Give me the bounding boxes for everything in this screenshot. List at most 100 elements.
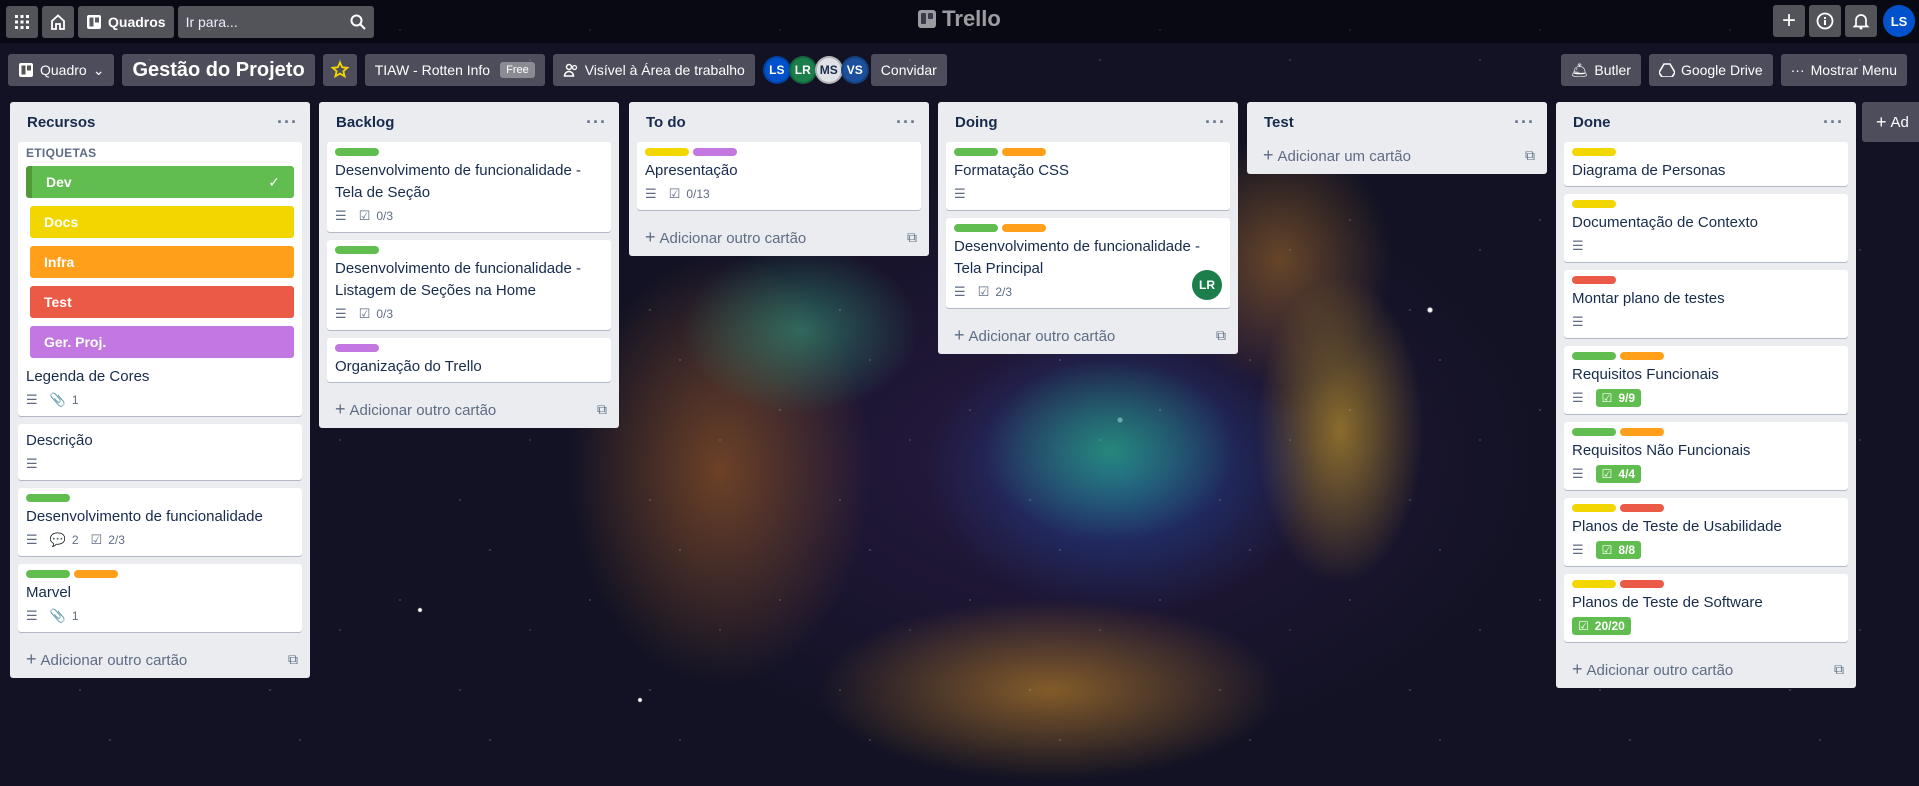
- card-organizacao-trello[interactable]: Organização do Trello: [327, 338, 611, 382]
- card-member-avatar[interactable]: LR: [1192, 270, 1222, 300]
- description-icon: ☰: [954, 186, 966, 201]
- card-template-icon[interactable]: ⧉: [1525, 147, 1535, 164]
- member-avatar-ms[interactable]: MS: [814, 56, 843, 84]
- card-title: Requisitos Não Funcionais: [1572, 442, 1751, 459]
- checklist-icon: ☑: [1578, 619, 1589, 633]
- list-menu-icon[interactable]: ···: [277, 113, 298, 131]
- add-card-button[interactable]: + Adicionar outro cartão ⧉: [327, 390, 611, 428]
- card-plano-testes[interactable]: Montar plano de testes ☰: [1564, 270, 1848, 338]
- board-view-switcher[interactable]: Quadro ⌄: [8, 54, 115, 86]
- list-menu-icon[interactable]: ···: [1514, 113, 1535, 131]
- card-tela-secao[interactable]: Desenvolvimento de funcionalidade - Tela…: [327, 142, 611, 232]
- list-menu-icon[interactable]: ···: [1823, 113, 1844, 131]
- card-requisitos-funcionais[interactable]: Requisitos Funcionais ☰ ☑ 9/9: [1564, 346, 1848, 414]
- add-card-button[interactable]: + Adicionar outro cartão ⧉: [18, 640, 302, 678]
- card-teste-software[interactable]: Planos de Teste de Software ☑ 20/20: [1564, 574, 1848, 642]
- invite-button[interactable]: Convidar: [870, 54, 947, 86]
- butler-button[interactable]: 🛎 Butler: [1560, 54, 1641, 86]
- card-marvel[interactable]: Marvel ☰ 📎 1: [18, 564, 302, 632]
- member-avatar-ls[interactable]: LS: [762, 56, 791, 84]
- show-menu-button[interactable]: ··· Mostrar Menu: [1780, 54, 1907, 86]
- card-etiquetas[interactable]: ETIQUETAS Dev ✓ Docs Infra Test Ger. Pro…: [18, 142, 302, 416]
- board-title[interactable]: Gestão do Projeto: [122, 54, 315, 86]
- checklist-complete-badge: ☑ 20/20: [1572, 617, 1631, 635]
- description-icon: ☰: [1572, 542, 1584, 557]
- card-template-icon[interactable]: ⧉: [1834, 661, 1844, 678]
- label-yellow: [1572, 148, 1616, 156]
- list-header[interactable]: Backlog ···: [327, 102, 611, 142]
- card-title: Requisitos Funcionais: [1572, 366, 1719, 383]
- info-icon[interactable]: [1809, 5, 1841, 37]
- list-header[interactable]: Doing ···: [946, 102, 1230, 142]
- user-avatar[interactable]: LS: [1883, 5, 1915, 37]
- boards-button[interactable]: Quadros: [78, 5, 174, 38]
- list-menu-icon[interactable]: ···: [1205, 113, 1226, 131]
- add-card-button[interactable]: + Adicionar outro cartão ⧉: [946, 316, 1230, 354]
- label-yellow: [1572, 504, 1616, 512]
- list-title[interactable]: Doing: [955, 114, 998, 131]
- list-menu-icon[interactable]: ···: [896, 113, 917, 131]
- member-avatar-vs[interactable]: VS: [840, 56, 869, 84]
- label-docs: Docs: [30, 206, 294, 238]
- list-title[interactable]: Done: [1573, 114, 1611, 131]
- card-formatacao-css[interactable]: Formatação CSS ☰: [946, 142, 1230, 210]
- card-requisitos-nao-funcionais[interactable]: Requisitos Não Funcionais ☰ ☑ 4/4: [1564, 422, 1848, 490]
- list-header[interactable]: Recursos ···: [18, 102, 302, 142]
- comment-icon: 💬: [49, 532, 66, 547]
- checklist-complete-badge: ☑ 4/4: [1595, 465, 1642, 483]
- apps-grid-icon[interactable]: [6, 5, 38, 38]
- more-dots-icon: ···: [1790, 62, 1805, 78]
- butler-icon: 🛎: [1570, 61, 1589, 78]
- card-listagem-secoes[interactable]: Desenvolvimento de funcionalidade - List…: [327, 240, 611, 330]
- google-drive-button[interactable]: Google Drive: [1648, 54, 1773, 86]
- card-tela-principal[interactable]: Desenvolvimento de funcionalidade - Tela…: [946, 218, 1230, 308]
- create-plus-icon[interactable]: +: [1773, 5, 1805, 37]
- notifications-bell-icon[interactable]: [1845, 5, 1877, 37]
- visibility-button[interactable]: Visível à Área de trabalho: [552, 54, 755, 86]
- board-view-label: Quadro: [40, 62, 87, 78]
- list-title[interactable]: To do: [646, 114, 686, 131]
- show-menu-label: Mostrar Menu: [1810, 62, 1897, 78]
- list-header[interactable]: Done ···: [1564, 102, 1848, 142]
- add-card-label: Adicionar um cartão: [1277, 147, 1411, 165]
- list-title[interactable]: Test: [1264, 114, 1294, 131]
- card-teste-usabilidade[interactable]: Planos de Teste de Usabilidade ☰ ☑ 8/8: [1564, 498, 1848, 566]
- logo-text: Trello: [942, 6, 1001, 31]
- paperclip-icon: 📎: [49, 392, 66, 407]
- list-menu-icon[interactable]: ···: [586, 113, 607, 131]
- team-button[interactable]: TIAW - Rotten Info Free: [364, 54, 545, 86]
- list-header[interactable]: To do ···: [637, 102, 921, 142]
- card-template-icon[interactable]: ⧉: [597, 401, 607, 418]
- board-header: Quadro ⌄ Gestão do Projeto TIAW - Rotten…: [0, 52, 1919, 88]
- card-diagrama-personas[interactable]: Diagrama de Personas: [1564, 142, 1848, 186]
- attachment-count: 1: [71, 393, 79, 407]
- label-green: [335, 148, 379, 156]
- label-ger-proj: Ger. Proj.: [30, 326, 294, 358]
- add-card-label: Adicionar outro cartão: [40, 651, 188, 669]
- card-title: Montar plano de testes: [1572, 290, 1725, 307]
- add-card-button[interactable]: + Adicionar um cartão ⧉: [1255, 136, 1539, 174]
- add-list-label: Ad: [1890, 113, 1909, 131]
- list-title[interactable]: Recursos: [27, 114, 95, 131]
- member-avatar-lr[interactable]: LR: [788, 56, 817, 84]
- label-text: Docs: [44, 214, 79, 230]
- add-card-button[interactable]: + Adicionar outro cartão ⧉: [637, 218, 921, 256]
- card-desenvolvimento[interactable]: Desenvolvimento de funcionalidade ☰ 💬 2 ☑…: [18, 488, 302, 556]
- card-descricao[interactable]: Descrição ☰: [18, 424, 302, 480]
- label-yellow: [645, 148, 689, 156]
- card-apresentacao[interactable]: Apresentação ☰ ☑ 0/13: [637, 142, 921, 210]
- trello-logo[interactable]: Trello: [900, 6, 1020, 32]
- label-green: [1572, 428, 1616, 436]
- card-template-icon[interactable]: ⧉: [288, 651, 298, 668]
- star-button[interactable]: [322, 54, 357, 86]
- checklist-complete-badge: ☑ 9/9: [1595, 389, 1642, 407]
- home-icon[interactable]: [42, 5, 74, 38]
- search-input[interactable]: Ir para...: [177, 5, 374, 38]
- list-title[interactable]: Backlog: [336, 114, 394, 131]
- checklist-count: 20/20: [1594, 619, 1625, 633]
- add-list-button[interactable]: + Ad: [1862, 102, 1919, 142]
- card-template-icon[interactable]: ⧉: [1216, 327, 1226, 344]
- add-card-button[interactable]: + Adicionar outro cartão ⧉: [1564, 650, 1848, 688]
- card-documentacao-contexto[interactable]: Documentação de Contexto ☰: [1564, 194, 1848, 262]
- card-template-icon[interactable]: ⧉: [907, 229, 917, 246]
